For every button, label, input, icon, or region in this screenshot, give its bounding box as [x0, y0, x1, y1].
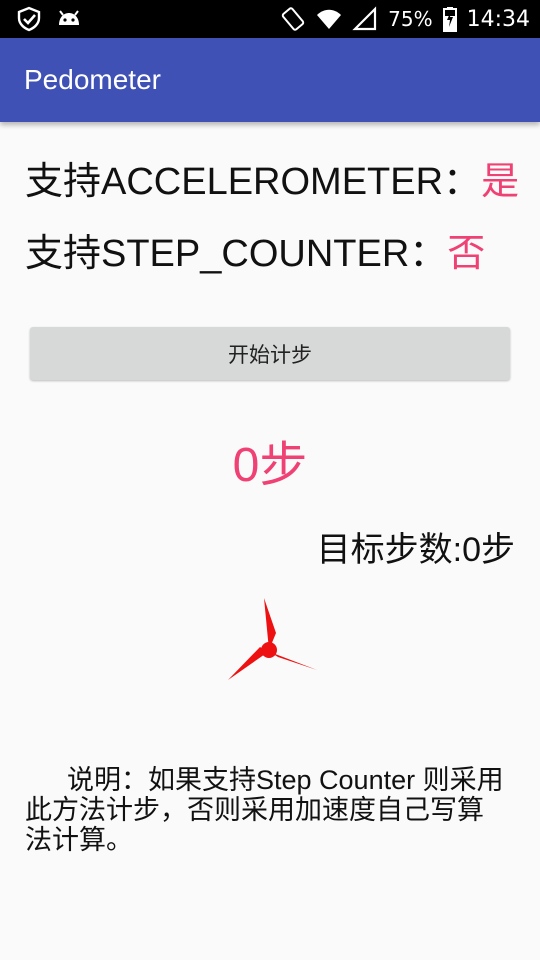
- step-counter-support-line: 支持STEP_COUNTER：否: [25, 222, 485, 277]
- accelerometer-label: 支持ACCELEROMETER：: [25, 161, 482, 203]
- description-text: 说明：如果支持Step Counter 则采用此方法计步，否则采用加速度自己写算…: [25, 765, 504, 855]
- battery-charging-icon: [442, 6, 457, 32]
- status-bar-right: 75% 14:34: [280, 6, 530, 32]
- step-counter-label: 支持STEP_COUNTER：: [25, 233, 448, 275]
- app-bar: Pedometer: [0, 38, 540, 122]
- signal-icon: [352, 6, 378, 32]
- rotate-icon: [280, 6, 306, 32]
- goal-steps: 目标步数:0步: [316, 531, 515, 569]
- wifi-icon: [316, 6, 342, 32]
- accelerometer-value: 是: [481, 161, 520, 203]
- security-shield-icon: [16, 6, 42, 32]
- loading-spinner-icon: [224, 595, 320, 685]
- start-counting-button[interactable]: 开始计步: [30, 327, 510, 380]
- battery-percent: 75%: [388, 7, 433, 31]
- app-title: Pedometer: [24, 64, 161, 95]
- step-count: 0步: [232, 439, 308, 492]
- status-bar: 75% 14:34: [0, 0, 540, 38]
- status-bar-left: [16, 6, 82, 32]
- android-icon: [56, 6, 82, 32]
- step-counter-value: 否: [447, 233, 486, 275]
- clock: 14:34: [466, 6, 530, 32]
- accelerometer-support-line: 支持ACCELEROMETER：是: [25, 150, 519, 205]
